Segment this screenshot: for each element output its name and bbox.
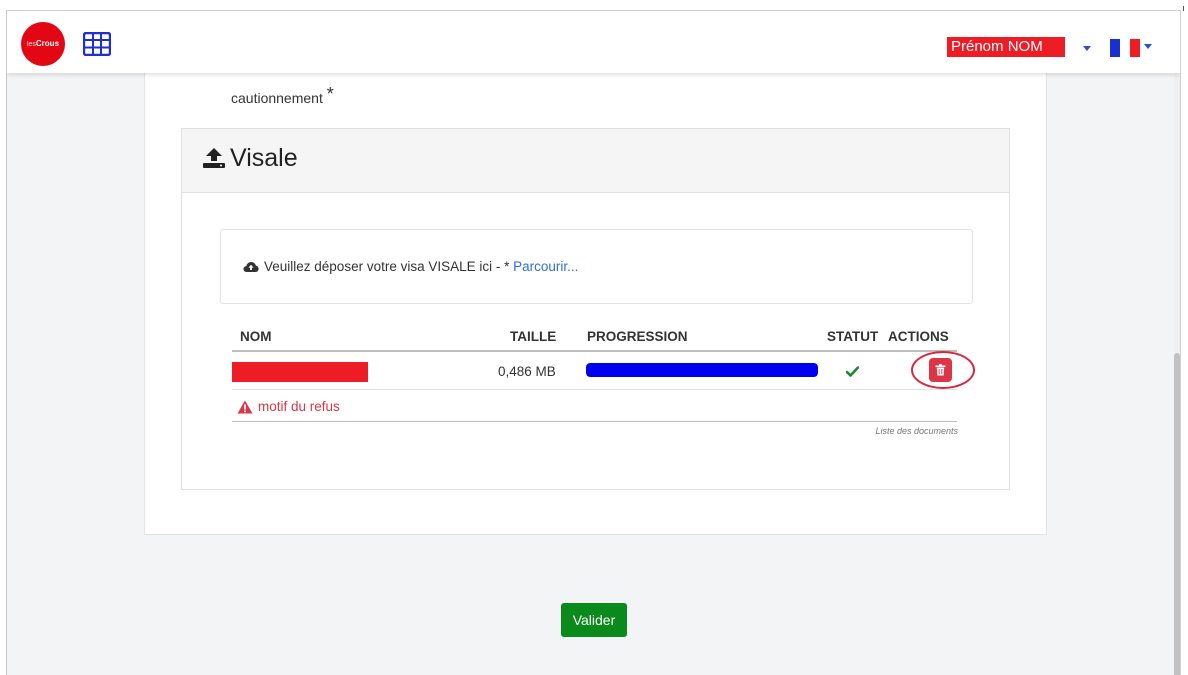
visale-panel: Visale Veuillez déposer votre visa VISAL… [181, 128, 1010, 490]
trash-icon [935, 364, 946, 376]
flag-fr-icon[interactable] [1110, 39, 1140, 57]
grid-icon[interactable] [82, 31, 112, 61]
dropzone-text: Veuillez déposer votre visa VISALE ici -… [264, 259, 578, 274]
table-footer-divider [232, 421, 957, 422]
required-star: * [326, 84, 334, 104]
warning-icon [237, 400, 253, 419]
table-row-divider [232, 389, 957, 390]
user-menu-button[interactable]: Prénom NOM [947, 37, 1065, 57]
upload-progress-fill [586, 363, 818, 377]
table-header-divider [232, 350, 957, 352]
chevron-down-icon[interactable] [1144, 44, 1152, 49]
column-header-progress: PROGRESSION [587, 329, 688, 344]
submit-button[interactable]: Valider [561, 603, 627, 637]
scrollbar[interactable] [1174, 73, 1180, 675]
panel-title: Visale [230, 144, 298, 172]
cloud-upload-icon [243, 260, 259, 278]
top-navbar: lesCrous Prénom NOM [7, 11, 1180, 73]
logo-prefix: les [26, 41, 36, 48]
caution-text: cautionnement [231, 90, 323, 106]
redacted-file-name [232, 362, 368, 382]
column-header-name: NOM [240, 329, 272, 344]
refusal-reason-link[interactable]: motif du refus [258, 399, 340, 414]
column-header-actions: ACTIONS [888, 329, 949, 344]
scrollbar-thumb[interactable] [1174, 353, 1180, 675]
window-corner-mark [1183, 6, 1184, 11]
logo-text: Crous [35, 39, 60, 48]
upload-icon [202, 147, 226, 174]
column-header-status: STATUT [827, 329, 879, 344]
chevron-down-icon[interactable] [1083, 46, 1091, 51]
upload-progress-bar [586, 363, 818, 377]
table-caption: Liste des documents [875, 426, 958, 436]
app-window: lesCrous Prénom NOM cautionnement * Visa… [6, 10, 1181, 675]
delete-file-button[interactable] [929, 358, 952, 382]
file-size: 0,486 MB [498, 364, 556, 379]
browse-link[interactable]: Parcourir... [513, 259, 578, 274]
crous-logo[interactable]: lesCrous [21, 22, 65, 66]
column-header-size: TAILLE [510, 329, 557, 344]
caution-label: cautionnement * [231, 84, 334, 111]
file-dropzone[interactable]: Veuillez déposer votre visa VISALE ici -… [220, 229, 973, 304]
visale-panel-header: Visale [182, 129, 1009, 193]
check-icon [845, 364, 860, 382]
dropzone-instruction: Veuillez déposer votre visa VISALE ici -… [264, 259, 514, 274]
